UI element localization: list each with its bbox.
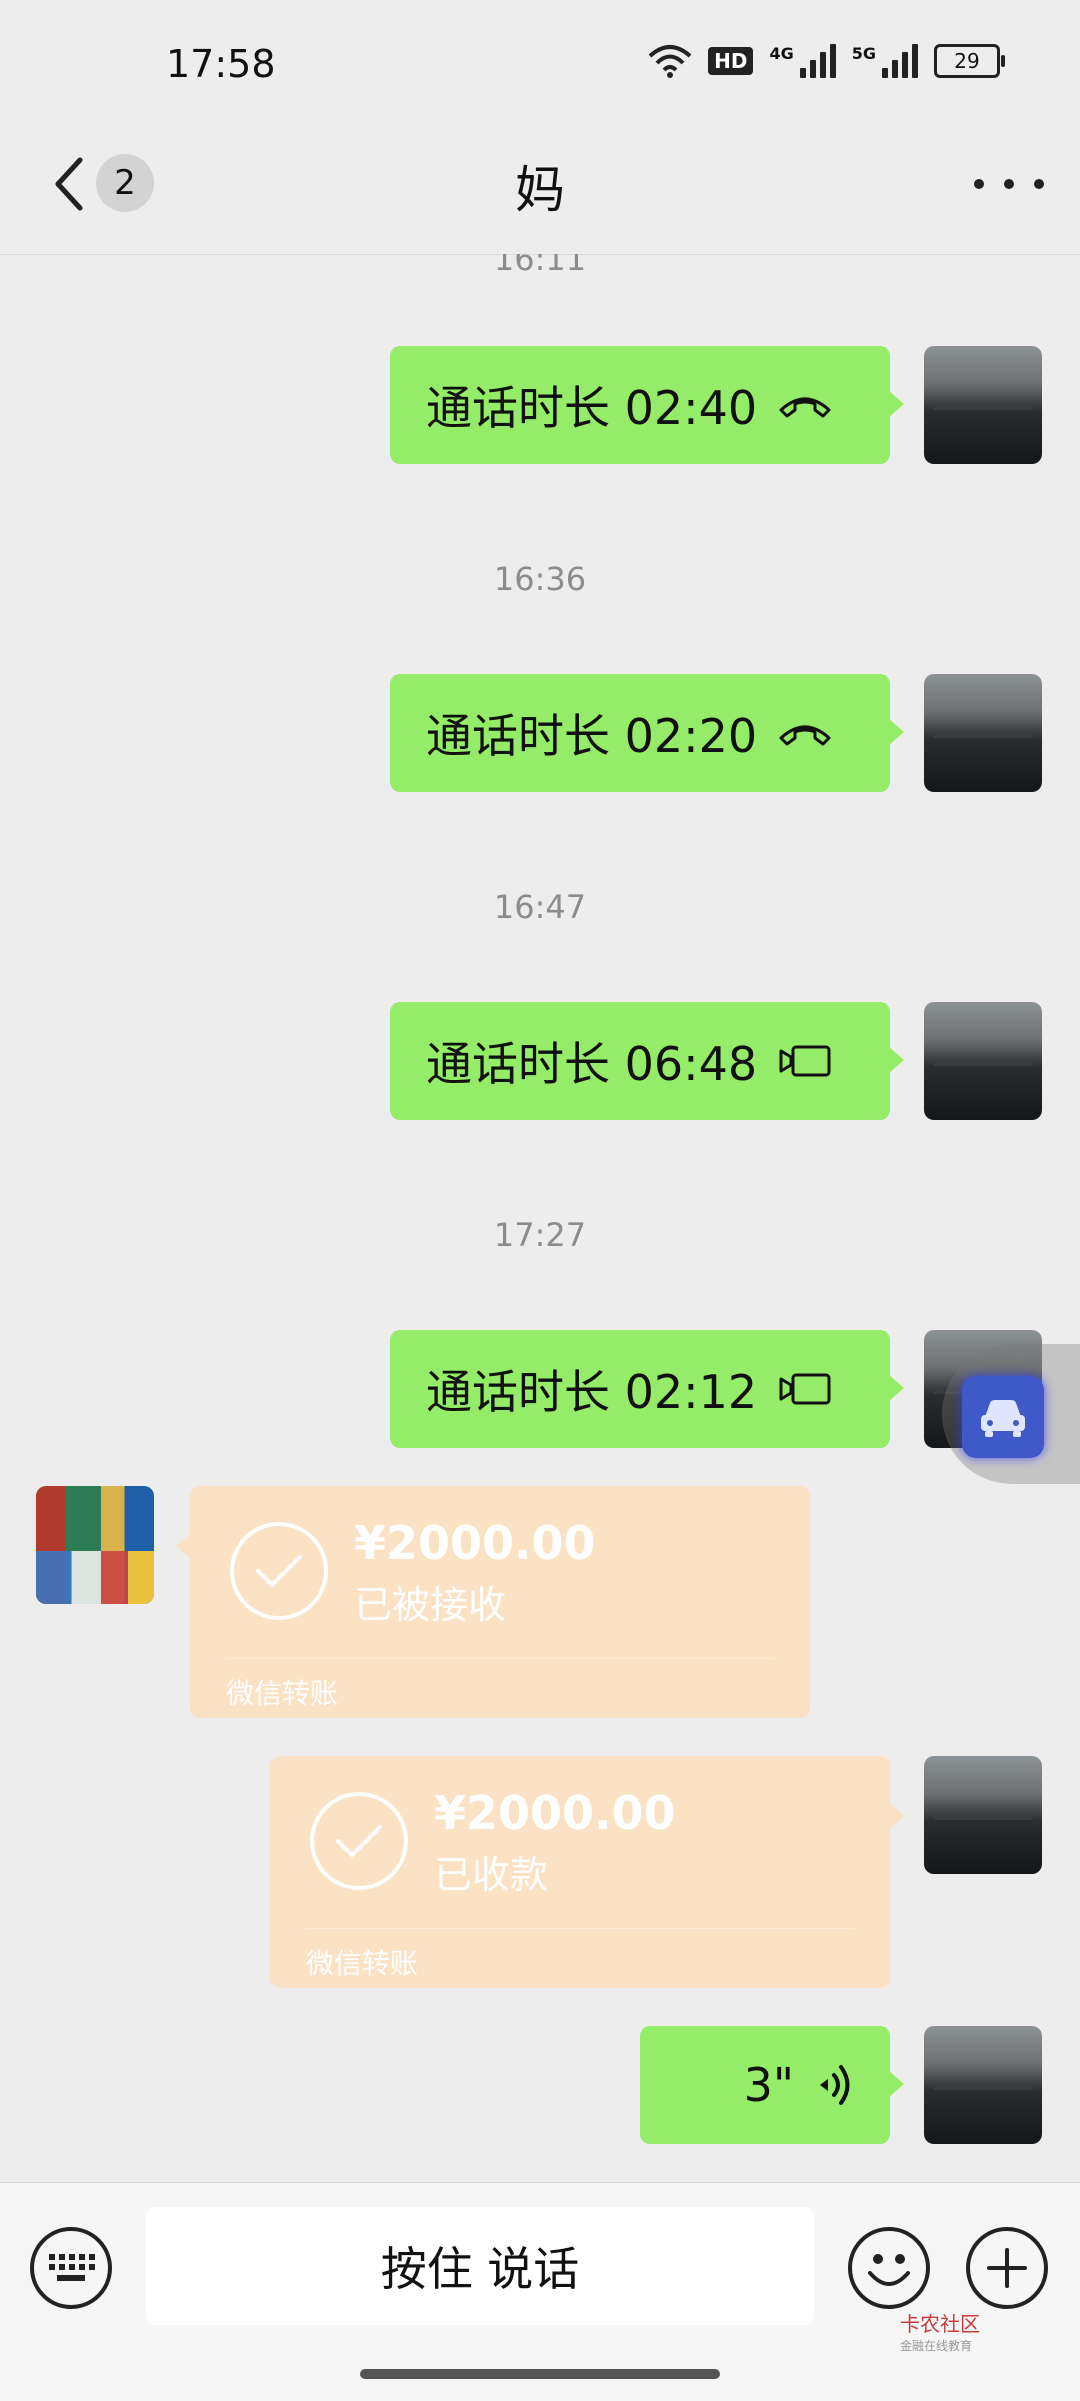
transfer-card-received[interactable]: ¥2000.00 已被接收 微信转账 bbox=[176, 1486, 810, 1718]
transfer-status: 已收款 bbox=[434, 1853, 549, 1897]
chat-area[interactable]: 16:11 通话时长 02:40 16:36 通话时长 02:20 16:47 … bbox=[0, 254, 1080, 2182]
emoji-button[interactable] bbox=[848, 2227, 930, 2309]
transfer-label: 微信转账 bbox=[226, 1677, 339, 1710]
voice-wave-icon bbox=[814, 2061, 854, 2109]
call-message-bubble[interactable]: 通话时长 02:12 bbox=[390, 1330, 904, 1448]
keyboard-toggle-button[interactable] bbox=[30, 2227, 112, 2309]
divider bbox=[226, 1658, 774, 1659]
hd-badge: HD bbox=[708, 47, 754, 75]
call-duration-text: 通话时长 02:40 bbox=[426, 381, 758, 435]
phone-hangup-icon bbox=[777, 390, 833, 420]
keyboard-icon bbox=[49, 2254, 95, 2281]
my-avatar[interactable] bbox=[924, 1002, 1042, 1120]
page-title: 妈 bbox=[515, 161, 565, 219]
call-message-bubble[interactable]: 通话时长 02:20 bbox=[390, 674, 904, 792]
contact-avatar[interactable] bbox=[36, 1486, 154, 1604]
timestamp: 16:47 bbox=[493, 888, 587, 926]
watermark-subtitle: 金融在线教育 bbox=[900, 2339, 973, 2353]
signal-4g-icon: 4G bbox=[769, 44, 836, 78]
check-icon bbox=[310, 1792, 408, 1890]
emoji-icon bbox=[868, 2254, 910, 2286]
my-avatar[interactable] bbox=[924, 1756, 1042, 1874]
chat-header: 妈 2 bbox=[0, 130, 1080, 255]
battery-icon: 29 bbox=[934, 44, 1005, 78]
watermark-title: 卡农社区 bbox=[900, 2312, 980, 2336]
voice-message-bubble[interactable]: 3" bbox=[640, 2026, 904, 2144]
timestamp: 16:11 bbox=[493, 254, 587, 278]
transfer-status: 已被接收 bbox=[354, 1583, 507, 1627]
chevron-left-icon bbox=[55, 157, 83, 211]
video-call-icon bbox=[777, 1043, 833, 1079]
watermark: 卡农社区 金融在线教育 bbox=[900, 2313, 980, 2357]
check-icon bbox=[230, 1522, 328, 1620]
my-avatar[interactable] bbox=[924, 2026, 1042, 2144]
status-icons: HD 4G 5G 29 bbox=[648, 44, 1005, 78]
my-avatar[interactable] bbox=[924, 346, 1042, 464]
transfer-label: 微信转账 bbox=[306, 1947, 419, 1980]
status-bar: 17:58 HD 4G 5G 29 bbox=[0, 0, 1080, 130]
status-time: 17:58 bbox=[166, 42, 276, 86]
home-indicator[interactable] bbox=[360, 2369, 720, 2379]
call-message-bubble[interactable]: 通话时长 02:40 bbox=[390, 346, 904, 464]
transfer-amount: ¥2000.00 bbox=[354, 1516, 596, 1570]
input-bar: 按住 说话 卡农社区 金融在线教育 bbox=[0, 2182, 1080, 2401]
timestamp: 16:36 bbox=[493, 560, 587, 598]
call-duration-text: 通话时长 06:48 bbox=[426, 1037, 758, 1091]
hold-to-talk-button[interactable]: 按住 说话 bbox=[146, 2207, 814, 2325]
more-functions-button[interactable] bbox=[966, 2227, 1048, 2309]
more-button[interactable] bbox=[974, 162, 1044, 206]
plus-icon bbox=[987, 2248, 1027, 2288]
wifi-icon bbox=[648, 45, 692, 78]
call-duration-text: 通话时长 02:12 bbox=[426, 1365, 758, 1419]
unread-badge[interactable]: 2 bbox=[96, 154, 154, 212]
video-call-icon bbox=[777, 1371, 833, 1407]
divider bbox=[306, 1928, 854, 1929]
signal-5g-icon: 5G bbox=[852, 44, 918, 78]
more-dot-icon bbox=[1034, 179, 1044, 189]
more-dot-icon bbox=[974, 179, 984, 189]
voice-duration: 3" bbox=[743, 2058, 794, 2112]
more-dot-icon bbox=[1004, 179, 1014, 189]
car-icon bbox=[962, 1376, 1044, 1458]
timestamp: 17:27 bbox=[493, 1216, 587, 1254]
my-avatar[interactable] bbox=[924, 674, 1042, 792]
call-duration-text: 通话时长 02:20 bbox=[426, 709, 758, 763]
transfer-card-sent[interactable]: ¥2000.00 已收款 微信转账 bbox=[270, 1756, 904, 1988]
transfer-amount: ¥2000.00 bbox=[434, 1786, 676, 1840]
floating-widget[interactable] bbox=[942, 1344, 1080, 1484]
call-message-bubble[interactable]: 通话时长 06:48 bbox=[390, 1002, 904, 1120]
back-button[interactable] bbox=[44, 154, 92, 214]
phone-hangup-icon bbox=[777, 718, 833, 748]
